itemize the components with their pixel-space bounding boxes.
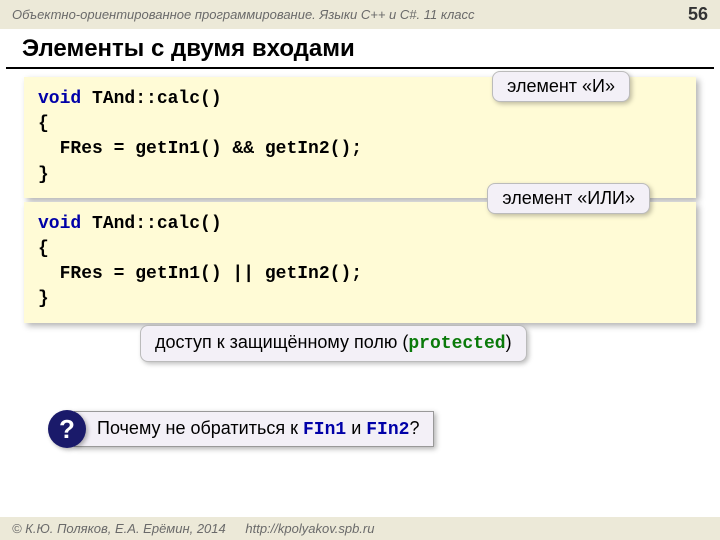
page-number: 56 xyxy=(688,4,708,25)
slide-header: Объектно-ориентированное программировани… xyxy=(0,0,720,29)
question-box: Почему не обратиться к FIn1 и FIn2? xyxy=(74,411,434,447)
callout-and-element: элемент «И» xyxy=(492,71,630,102)
identifier-fin1: FIn1 xyxy=(303,420,346,440)
callout-or-element: элемент «ИЛИ» xyxy=(487,183,650,214)
footer-url: http://kpolyakov.spb.ru xyxy=(245,521,374,536)
keyword-void: void xyxy=(38,214,81,234)
keyword-protected: protected xyxy=(408,334,505,354)
keyword-void: void xyxy=(38,89,81,109)
slide-title: Элементы с двумя входами xyxy=(6,29,714,69)
copyright: © К.Ю. Поляков, Е.А. Ерёмин, 2014 xyxy=(12,521,226,536)
question-row: ? Почему не обратиться к FIn1 и FIn2? xyxy=(48,410,434,448)
question-mark-icon: ? xyxy=(48,410,86,448)
code-block-or: void TAnd::calc() { FRes = getIn1() || g… xyxy=(24,202,696,323)
identifier-fin2: FIn2 xyxy=(366,420,409,440)
callout-protected: доступ к защищённому полю (protected) xyxy=(140,325,527,362)
slide-footer: © К.Ю. Поляков, Е.А. Ерёмин, 2014 http:/… xyxy=(0,517,720,540)
course-name: Объектно-ориентированное программировани… xyxy=(12,7,475,22)
